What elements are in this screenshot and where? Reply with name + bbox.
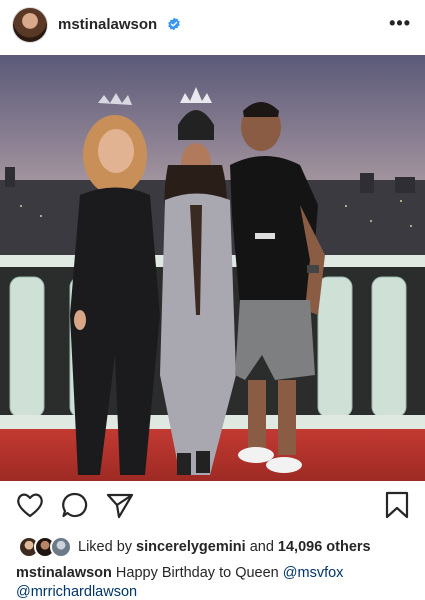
likes-and: and — [249, 539, 274, 555]
bookmark-icon[interactable] — [382, 490, 412, 520]
paper-plane-icon[interactable] — [105, 490, 135, 520]
liker-avatar — [50, 536, 72, 558]
profile-avatar[interactable] — [12, 7, 48, 43]
liker-username[interactable]: sincerelygemini — [136, 539, 246, 555]
likes-prefix: Liked by — [78, 539, 133, 555]
post-caption: mstinalawson Happy Birthday to Queen @ms… — [16, 564, 416, 600]
likes-row: Liked by sincerelygemini and 14,096 othe… — [18, 536, 371, 558]
more-options-icon[interactable]: ••• — [389, 14, 411, 32]
caption-text: Happy Birthday to Queen — [115, 565, 279, 581]
caption-author[interactable]: mstinalawson — [16, 565, 112, 581]
post-header: mstinalawson ••• — [0, 0, 425, 50]
verified-badge-icon — [168, 17, 180, 31]
post-photo[interactable] — [0, 55, 425, 481]
liker-avatars[interactable] — [18, 536, 74, 558]
likes-count[interactable]: 14,096 others — [278, 539, 371, 555]
caption-mention[interactable]: @mrrichardlawson — [16, 584, 137, 600]
heart-icon[interactable] — [15, 490, 45, 520]
comment-icon[interactable] — [60, 490, 90, 520]
caption-mention[interactable]: @msvfox — [283, 565, 344, 581]
post-actions — [0, 490, 425, 524]
post-username[interactable]: mstinalawson — [58, 16, 157, 33]
likes-summary[interactable]: Liked by sincerelygemini and 14,096 othe… — [78, 539, 371, 555]
